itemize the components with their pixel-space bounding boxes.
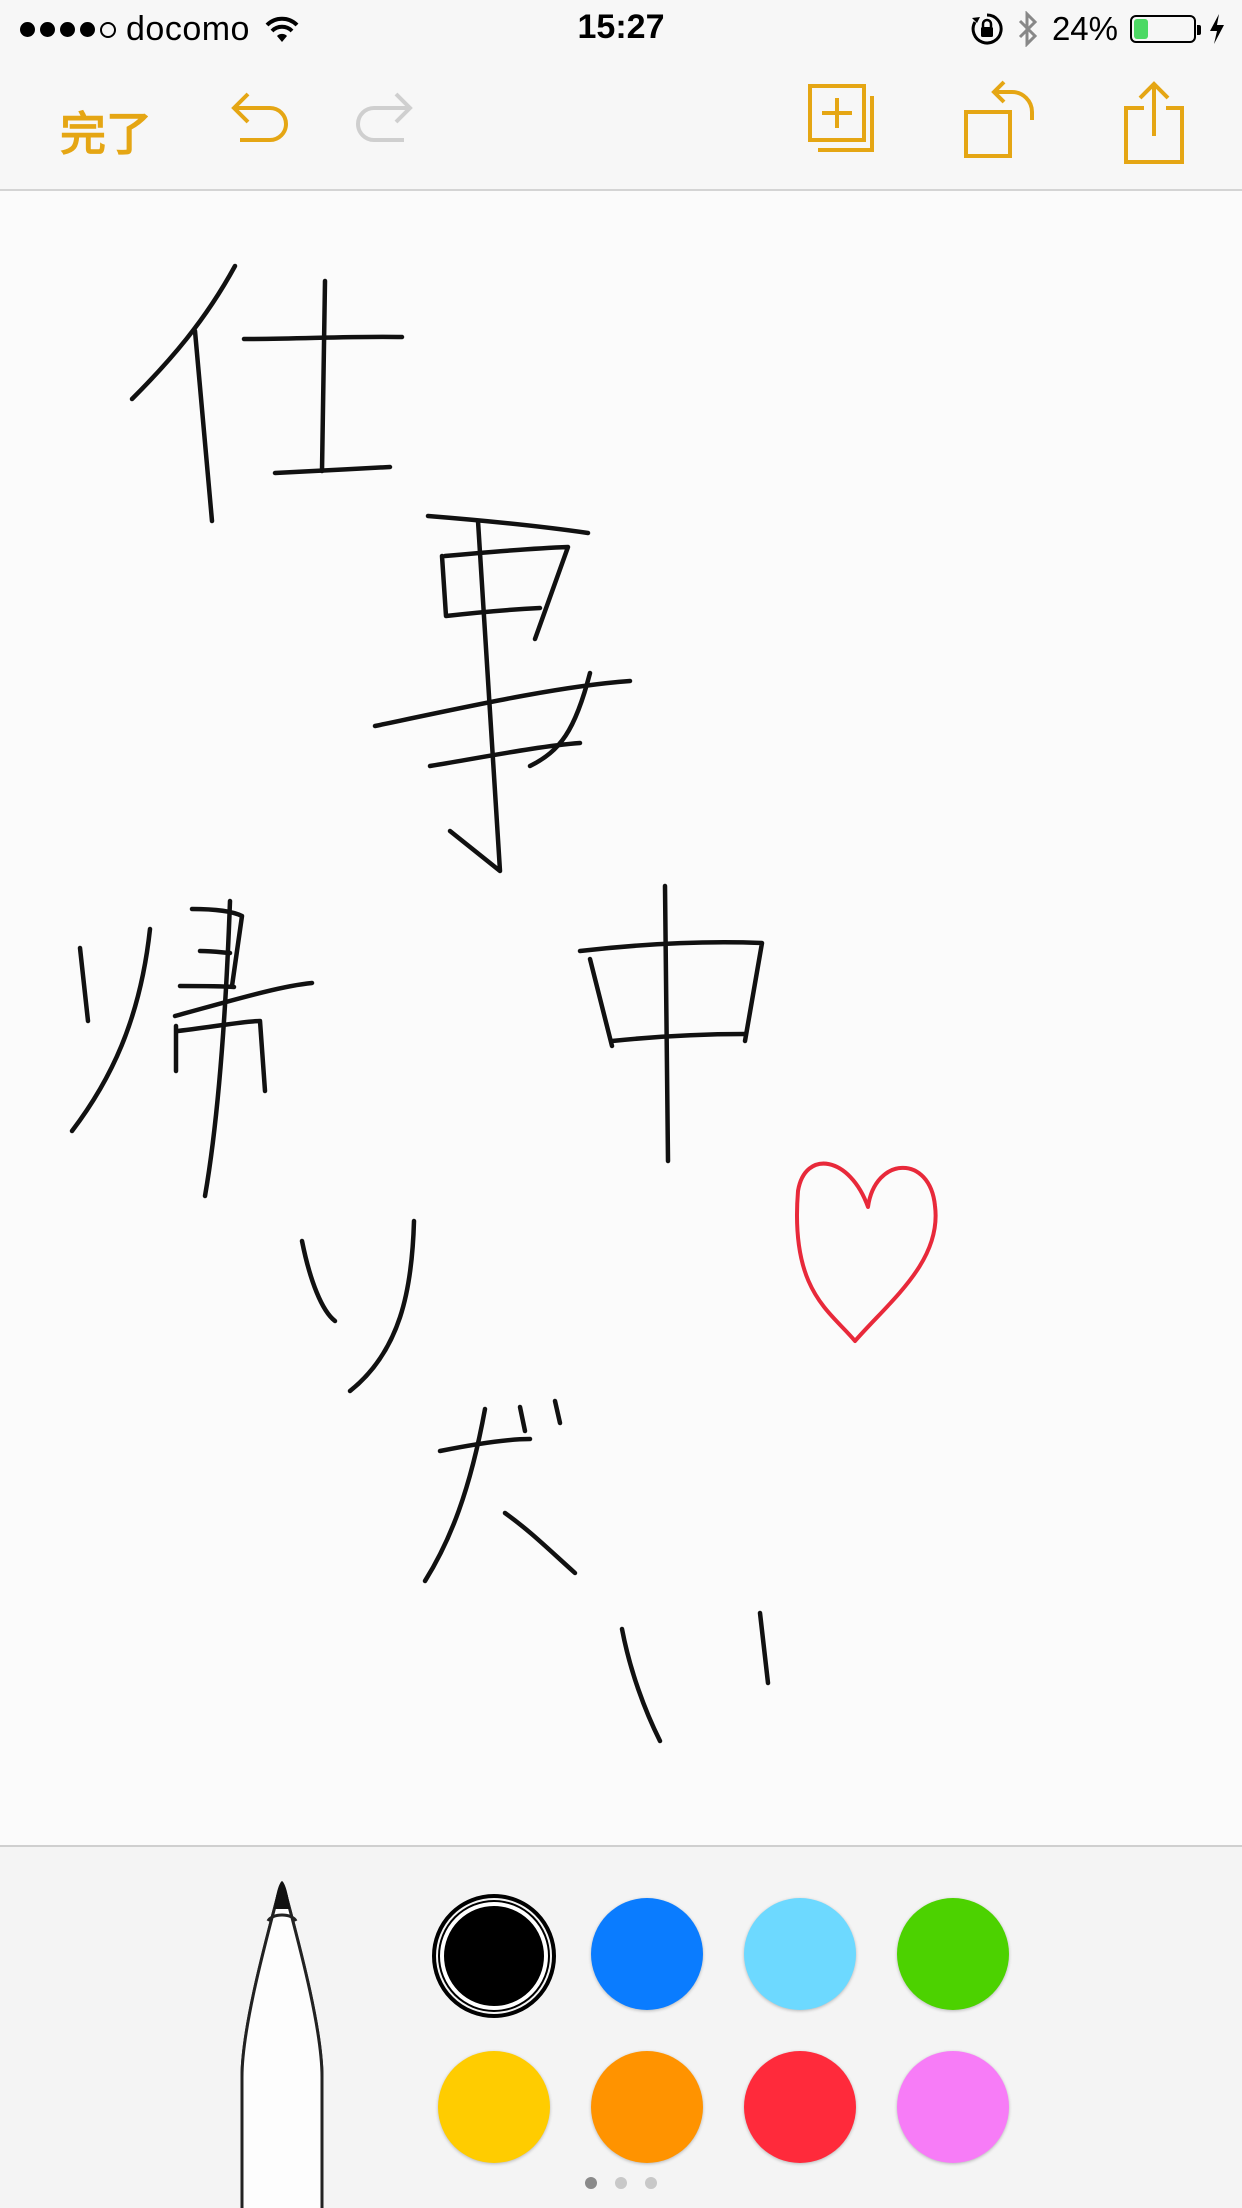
stroke [425, 513, 591, 536]
stroke [439, 553, 543, 619]
stroke [422, 1406, 488, 1584]
undo-icon[interactable] [226, 80, 296, 150]
stroke [552, 1398, 563, 1426]
stroke [272, 464, 393, 476]
stroke [202, 898, 233, 1199]
stroke [662, 883, 671, 1164]
done-button[interactable]: 完了 [60, 98, 152, 164]
drawing-toolbar: 完了 [0, 60, 1242, 190]
stroke [347, 1218, 417, 1394]
stroke [609, 1031, 748, 1044]
drawing-canvas[interactable] [0, 191, 1242, 1845]
rotate-icon[interactable] [962, 80, 1038, 160]
heart-drawing [794, 1161, 938, 1343]
stroke [77, 945, 91, 1024]
stroke [447, 518, 503, 874]
color-red[interactable] [744, 2051, 856, 2163]
orientation-lock-icon [971, 13, 1003, 45]
status-right: 24% [970, 10, 1226, 48]
stroke [502, 1510, 578, 1576]
stroke [437, 1436, 533, 1454]
add-page-icon[interactable] [806, 80, 876, 156]
stroke [587, 956, 615, 1049]
charging-bolt-icon [1210, 14, 1224, 44]
color-pink[interactable] [897, 2051, 1009, 2163]
stroke [192, 328, 215, 524]
stroke [129, 263, 238, 402]
bluetooth-icon [1018, 11, 1038, 47]
stroke [299, 1238, 338, 1324]
stroke [69, 926, 153, 1134]
handwriting-drawing [69, 263, 938, 1744]
pen-tool-icon[interactable] [232, 1877, 332, 2208]
drawing-palette [0, 1847, 1242, 2208]
stroke [517, 1404, 528, 1434]
color-orange[interactable] [591, 2051, 703, 2163]
stroke [619, 1626, 663, 1744]
stroke [757, 1610, 771, 1686]
stroke [189, 906, 245, 989]
stroke [372, 678, 633, 729]
color-blue[interactable] [591, 1898, 703, 2010]
page-dot[interactable] [585, 2177, 597, 2189]
color-black[interactable] [432, 1894, 556, 2018]
stroke [197, 948, 233, 956]
page-dot[interactable] [645, 2177, 657, 2189]
battery-percentage: 24% [1051, 10, 1118, 47]
stroke [442, 544, 571, 642]
battery-fill [1134, 19, 1148, 39]
palette-page-indicator[interactable] [0, 2177, 1242, 2189]
battery-icon [1130, 15, 1201, 43]
status-bar: docomo 15:27 24% [0, 0, 1242, 60]
color-yellow[interactable] [438, 2051, 550, 2163]
share-icon[interactable] [1122, 80, 1188, 166]
color-light-blue[interactable] [744, 1898, 856, 2010]
page-dot[interactable] [615, 2177, 627, 2189]
redo-icon[interactable] [348, 80, 418, 150]
color-green[interactable] [897, 1898, 1009, 2010]
stroke [319, 278, 328, 474]
